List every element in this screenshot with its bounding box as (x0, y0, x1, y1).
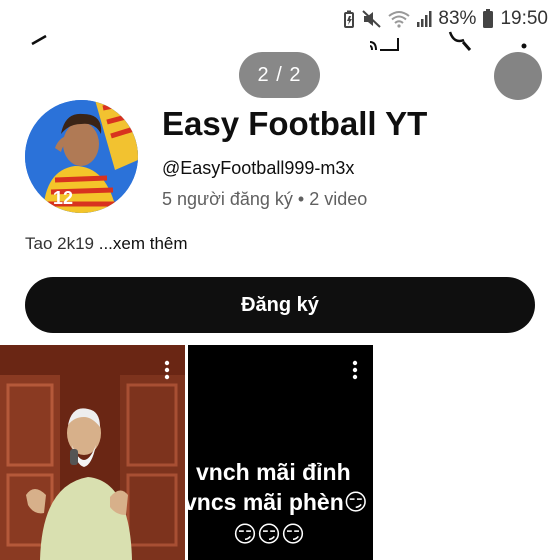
short-more-icon[interactable] (351, 359, 359, 381)
short-caption-line: 😏😏😏 (233, 521, 305, 547)
short-caption-line: vnch mãi đỉnh (196, 459, 351, 485)
show-more-link[interactable]: ...xem thêm (94, 234, 188, 253)
floating-circle-button[interactable] (494, 52, 542, 100)
page-indicator: 2 / 2 (239, 52, 320, 98)
channel-avatar[interactable]: 12 (25, 100, 138, 213)
short-more-icon[interactable] (163, 359, 171, 381)
svg-text:12: 12 (53, 188, 73, 208)
channel-name: Easy Football YT (162, 105, 428, 142)
channel-stats: 5 người đăng ký • 2 video (162, 189, 368, 209)
back-arrow-icon[interactable] (30, 34, 60, 54)
short-thumbnail-image (0, 345, 185, 560)
short-caption-line: vncs mãi phèn😏 (188, 489, 368, 515)
battery-icon (482, 9, 494, 29)
wifi-icon (388, 10, 411, 28)
battery-saver-icon (342, 10, 356, 28)
channel-handle: @EasyFootball999-m3x (162, 158, 355, 178)
channel-description[interactable]: Tao 2k19 ...xem thêm (25, 234, 188, 254)
signal-icon (416, 10, 432, 28)
more-vert-icon[interactable] (518, 30, 530, 52)
search-icon[interactable] (444, 30, 474, 52)
mute-icon (362, 10, 382, 28)
clock: 19:50 (500, 8, 548, 29)
battery-percent: 83% (438, 8, 477, 29)
short-thumbnail[interactable] (0, 345, 185, 560)
cast-icon[interactable] (368, 34, 404, 52)
description-text: Tao 2k19 (25, 234, 94, 253)
short-thumbnail[interactable]: vnch mãi đỉnh vncs mãi phèn😏 😏😏😏 (188, 345, 373, 560)
subscribe-button[interactable]: Đăng ký (25, 277, 535, 333)
status-icons: 83% 19:50 (342, 8, 548, 30)
